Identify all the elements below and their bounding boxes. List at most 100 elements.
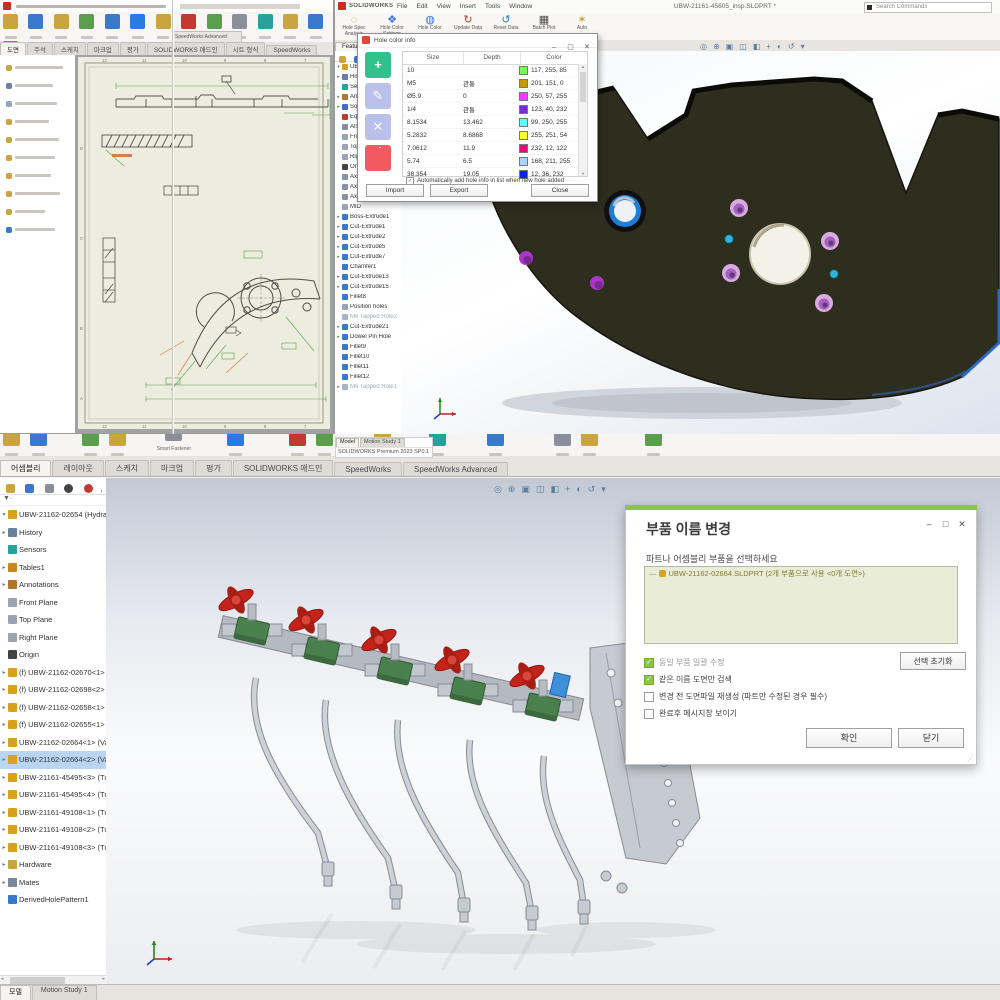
export-button[interactable]: Export — [430, 184, 488, 197]
assembly-tree-row[interactable]: ▸ (f) UBW-21162-02698<2> (PVHO — [0, 681, 106, 699]
col-color[interactable]: Color — [521, 52, 587, 64]
listbox-item[interactable]: UBW-21162-02664.SLDPRT (2개 부품으로 사용 <0개 도… — [669, 568, 865, 579]
view-tool-icon[interactable]: + — [766, 42, 771, 51]
tree-stub-row[interactable] — [3, 76, 75, 94]
clear-hole-button[interactable]: ✕ — [365, 114, 391, 140]
assembly-cm-tab[interactable]: 스케치 — [105, 460, 149, 476]
toolbar-icon[interactable] — [102, 12, 123, 39]
view-tool-icon[interactable]: ◐ — [576, 484, 581, 494]
feature-tree-row[interactable]: ▸ Cut-Extrude2 — [335, 232, 402, 242]
feature-tree-row[interactable]: ▸ Cut-Extrude5 — [335, 242, 402, 252]
view-tool-icon[interactable]: ◧ — [550, 484, 559, 495]
tree-stub-row[interactable] — [3, 58, 75, 76]
maximize-icon[interactable]: ▢ — [565, 43, 577, 51]
tree-stub-row[interactable] — [3, 112, 75, 130]
option-row[interactable]: 동일 부품 일괄 수정 — [644, 654, 894, 671]
assembly-tree-row[interactable]: ▸ UBW-21161-49108<1> (Tube Clam — [0, 804, 106, 822]
option-row[interactable]: 같은 이름 도면만 검색 — [644, 671, 894, 688]
drawing-cm-tab[interactable]: SpeedWorks — [266, 45, 317, 55]
drawing-cm-tab[interactable]: 도면 — [0, 42, 26, 55]
expander-icon[interactable]: ▸ — [0, 564, 8, 571]
expander-icon[interactable]: ▸ — [335, 234, 342, 240]
expander-icon[interactable]: ▸ — [335, 384, 342, 390]
view-tool-icon[interactable]: ⊕ — [713, 42, 720, 51]
option-checkbox[interactable] — [644, 692, 654, 702]
drawing-cm-tab[interactable]: 주석 — [27, 42, 53, 55]
drawing-sheet-area[interactable]: 121110 987 121110 987 DCBA — [75, 55, 333, 433]
scroll-down-icon[interactable]: ▼ — [579, 171, 587, 176]
model-tab[interactable]: Motion Study 1 — [32, 985, 97, 1000]
hole-row[interactable]: 10 117, 255, 85 — [403, 64, 579, 77]
toolbar-icon[interactable] — [127, 12, 148, 39]
add-hole-button[interactable]: + — [365, 52, 391, 78]
scroll-up-icon[interactable]: ▲ — [579, 64, 587, 69]
assembly-tree-row[interactable]: ▸ UBW-21161-49108<2> (Tube Clam — [0, 821, 106, 839]
toolbar-icon[interactable] — [578, 434, 601, 456]
model-tab[interactable]: 모델 — [0, 985, 31, 1000]
expander-icon[interactable]: ▸ — [0, 774, 8, 781]
option-checkbox[interactable] — [644, 658, 654, 668]
toolbar-icon[interactable] — [153, 12, 174, 39]
import-button[interactable]: Import — [366, 184, 424, 197]
hole-row[interactable]: 8.1534 13.462 99, 250, 255 — [403, 116, 579, 129]
assembly-tree-row[interactable]: ▸ History — [0, 524, 106, 542]
feature-tree-row[interactable]: ▸ Boss-Extrude1 — [335, 212, 402, 222]
component-listbox[interactable]: — UBW-21162-02664.SLDPRT (2개 부품으로 사용 <0개… — [644, 566, 958, 644]
feature-tree-row[interactable]: ▸ Cut-Extrude15 — [335, 282, 402, 292]
expander-icon[interactable]: ▸ — [0, 721, 8, 728]
tree-stub-row[interactable] — [3, 184, 75, 202]
view-tool-icon[interactable]: ◫ — [739, 42, 747, 51]
option-checkbox[interactable] — [644, 709, 654, 719]
expander-icon[interactable]: ▸ — [0, 861, 8, 868]
assembly-tree-row[interactable]: Sensors — [0, 541, 106, 559]
expander-icon[interactable]: ▸ — [335, 104, 342, 110]
tree-stub-row[interactable] — [3, 148, 75, 166]
toolbar-icon[interactable] — [106, 434, 129, 456]
model-tab[interactable]: Model — [336, 438, 359, 447]
drawing-cm-tab[interactable]: SOLIDWORKS 애드인 — [147, 42, 225, 55]
tree-stub-row[interactable] — [3, 94, 75, 112]
menu-item[interactable]: Window — [509, 3, 532, 10]
expander-icon[interactable]: ▸ — [0, 879, 8, 886]
assembly-tree-row[interactable]: ▾ UBW-21162-02654 (Hydraulic Shut Off — [0, 506, 106, 524]
scroll-left-icon[interactable]: ◂ — [1, 976, 4, 982]
expander-icon[interactable]: ▾ — [0, 511, 8, 518]
toolbar-icon[interactable] — [27, 434, 50, 456]
tree-tabs-more-icon[interactable]: › — [100, 488, 102, 495]
assembly-tree-row[interactable]: ▸ UBW-21161-45495<3> (Tube Clam — [0, 769, 106, 787]
maximize-icon[interactable]: □ — [940, 519, 952, 529]
view-tool-icon[interactable]: ▾ — [801, 42, 805, 51]
feature-tree-row[interactable]: ▸ Cut-Extrude7 — [335, 252, 402, 262]
toolbar-icon[interactable] — [280, 12, 301, 39]
toolbar-icon[interactable] — [305, 12, 326, 39]
scroll-thumb[interactable] — [10, 977, 65, 984]
edit-hole-button[interactable]: ✎ — [365, 83, 391, 109]
feature-tree-row[interactable]: Fillet8 — [335, 292, 402, 302]
close-icon[interactable]: ✕ — [581, 43, 593, 51]
hole-row[interactable]: 7.0612 11.9 232, 12, 122 — [403, 142, 579, 155]
assembly-tree-row[interactable]: ▸ (f) UBW-21162-02658<1> (PVHO — [0, 699, 106, 717]
option-row[interactable]: 완료후 메시지창 보이기 — [644, 705, 894, 722]
view-tool-icon[interactable]: ▣ — [521, 484, 530, 495]
assembly-tree-row[interactable]: Top Plane — [0, 611, 106, 629]
expander-icon[interactable]: ▸ — [0, 826, 8, 833]
menu-item[interactable]: View — [437, 3, 451, 10]
tree-tab-icon[interactable] — [6, 484, 15, 493]
assembly-cm-tab[interactable]: 평가 — [195, 460, 232, 476]
assembly-cm-tab[interactable]: SpeedWorks Advanced — [403, 462, 508, 476]
feature-tree-row[interactable]: MID — [335, 202, 402, 212]
feature-tree-row[interactable]: ▸ Cut-Extrude21 — [335, 322, 402, 332]
resize-grip[interactable]: ⋰ — [967, 755, 974, 763]
toolbar-icon[interactable] — [76, 12, 97, 39]
view-tool-icon[interactable]: ↺ — [588, 484, 596, 495]
close-icon[interactable]: ✕ — [956, 519, 968, 530]
menu-item[interactable]: Insert — [460, 3, 476, 10]
toolbar-icon[interactable] — [51, 12, 72, 39]
assembly-tree-row[interactable]: Front Plane — [0, 594, 106, 612]
option-row[interactable]: 변경 전 도면파일 재생성 (파트만 수정된 경우 필수) — [644, 688, 894, 705]
hole-row[interactable]: 5.74 6.5 168, 211, 255 — [403, 155, 579, 168]
col-size[interactable]: Size — [403, 52, 464, 64]
expander-icon[interactable]: ▸ — [0, 704, 8, 711]
toolbar-icon[interactable] — [642, 434, 665, 456]
feature-tree-row[interactable]: ▸ Cut-Extrude1 — [335, 222, 402, 232]
